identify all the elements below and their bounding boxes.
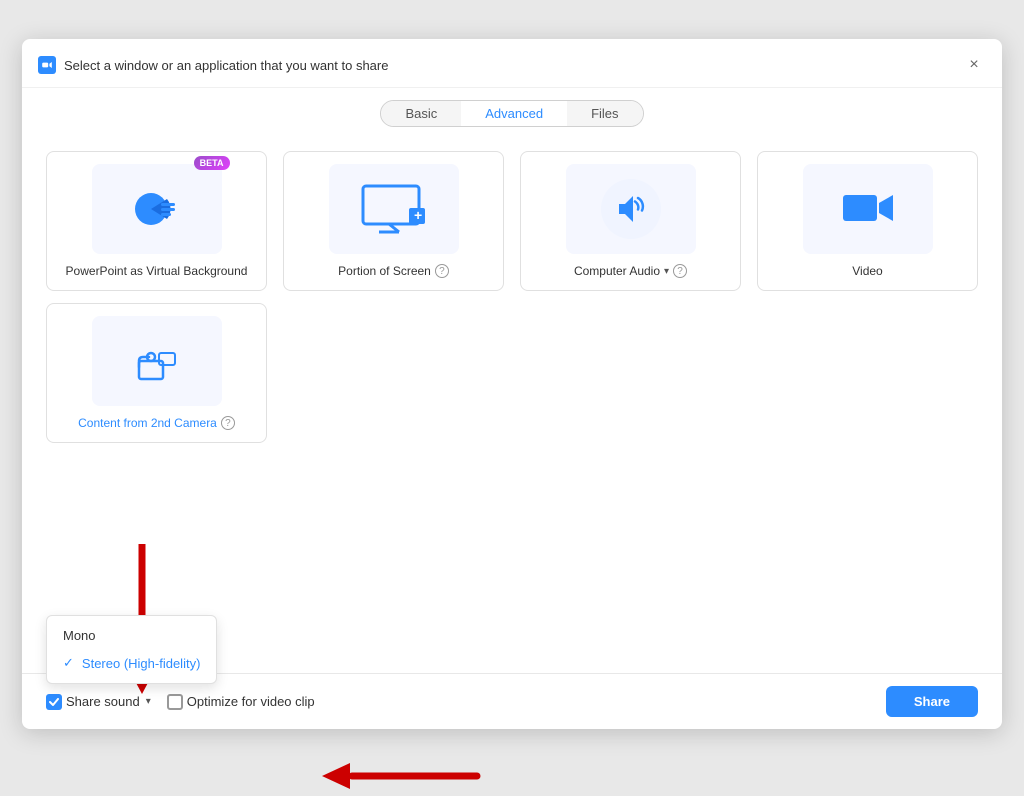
camera-help-icon[interactable]: ? xyxy=(221,416,235,430)
beta-badge: BETA xyxy=(194,156,230,170)
tab-files[interactable]: Files xyxy=(567,101,642,126)
video-label: Video xyxy=(852,264,882,278)
tab-group: Basic Advanced Files xyxy=(380,100,643,127)
audio-dropdown-arrow[interactable]: ▾ xyxy=(664,266,669,277)
tabs-container: Basic Advanced Files xyxy=(22,88,1002,139)
share-sound-dropdown[interactable]: ▾ xyxy=(146,696,151,707)
svg-text:+: + xyxy=(414,207,422,223)
portion-label: Portion of Screen ? xyxy=(338,264,449,278)
dropdown-item-mono[interactable]: Mono xyxy=(47,622,216,649)
camera-icon-box xyxy=(92,316,222,406)
powerpoint-icon-box: BETA xyxy=(92,164,222,254)
audio-help-icon[interactable]: ? xyxy=(673,264,687,278)
dropdown-item-stereo[interactable]: ✓ Stereo (High-fidelity) xyxy=(47,649,216,677)
grid-item-audio[interactable]: Computer Audio ▾ ? xyxy=(520,151,741,291)
optimize-label: Optimize for video clip xyxy=(187,694,315,709)
tab-advanced[interactable]: Advanced xyxy=(461,101,567,126)
grid-item-video[interactable]: Video xyxy=(757,151,978,291)
zoom-logo xyxy=(38,56,56,74)
share-dialog: Select a window or an application that y… xyxy=(22,39,1002,729)
annotation-arrow-right xyxy=(322,761,482,796)
grid-row-2: Content from 2nd Camera ? xyxy=(22,303,1002,443)
share-sound-group: Share sound ▾ xyxy=(46,694,151,710)
grid-item-portion[interactable]: + Portion of Screen ? xyxy=(283,151,504,291)
stereo-label: Stereo (High-fidelity) xyxy=(82,656,201,671)
mono-label: Mono xyxy=(63,628,96,643)
portion-icon-box: + xyxy=(329,164,459,254)
optimize-checkbox[interactable] xyxy=(167,694,183,710)
close-button[interactable]: × xyxy=(962,53,986,77)
optimize-group: Optimize for video clip xyxy=(167,694,315,710)
share-button[interactable]: Share xyxy=(886,686,978,717)
share-sound-label: Share sound xyxy=(66,694,140,709)
camera-label: Content from 2nd Camera ? xyxy=(78,416,235,430)
check-mark: ✓ xyxy=(63,655,74,671)
dialog-title: Select a window or an application that y… xyxy=(64,58,954,73)
grid-item-powerpoint[interactable]: BETA PowerPoint as Virtual Background xyxy=(46,151,267,291)
video-icon-box xyxy=(803,164,933,254)
portion-help-icon[interactable]: ? xyxy=(435,264,449,278)
dropdown-menu: Mono ✓ Stereo (High-fidelity) xyxy=(46,615,217,684)
grid-item-camera[interactable]: Content from 2nd Camera ? xyxy=(46,303,267,443)
share-sound-checkbox[interactable] xyxy=(46,694,62,710)
tab-basic[interactable]: Basic xyxy=(381,101,461,126)
powerpoint-label: PowerPoint as Virtual Background xyxy=(66,264,248,278)
audio-label: Computer Audio ▾ ? xyxy=(574,264,687,278)
title-bar: Select a window or an application that y… xyxy=(22,39,1002,88)
audio-icon-box xyxy=(566,164,696,254)
grid-row-1: BETA PowerPoint as Virtual Background xyxy=(22,139,1002,303)
